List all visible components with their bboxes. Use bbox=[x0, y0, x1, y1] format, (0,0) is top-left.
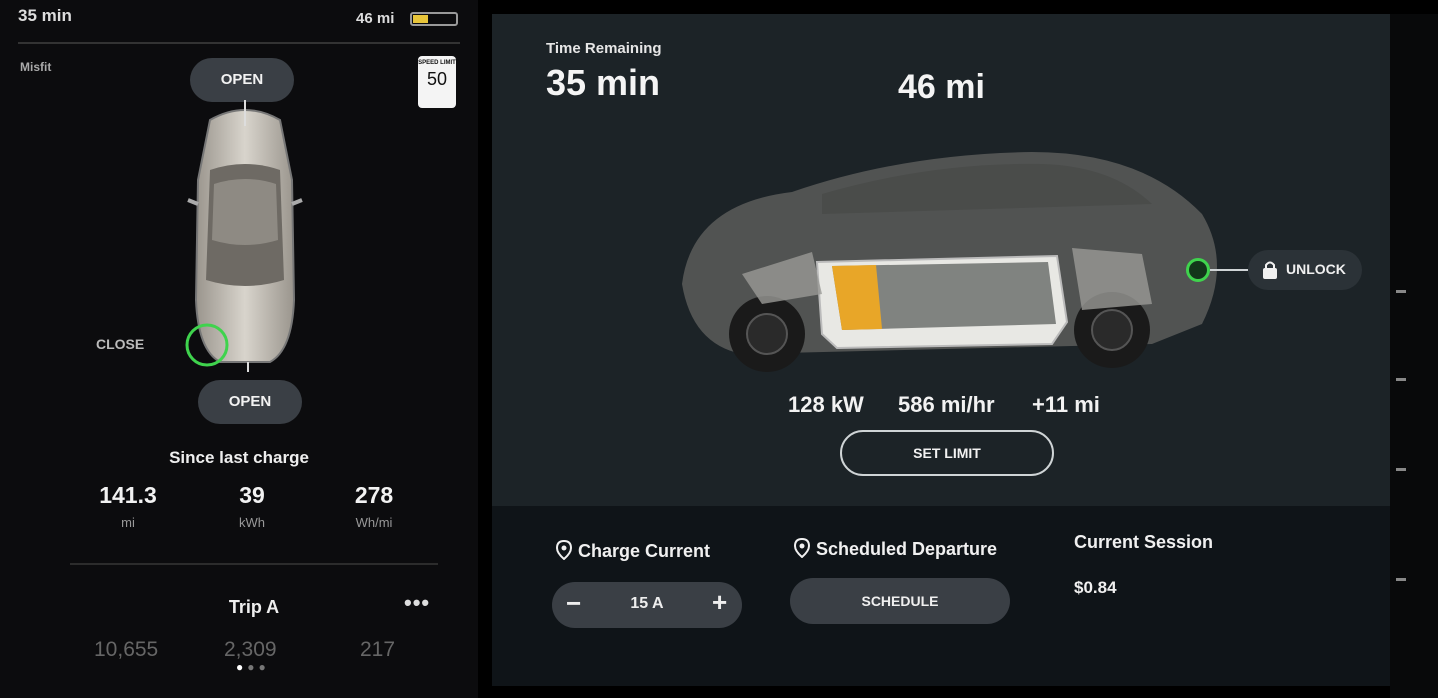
divider bbox=[18, 42, 460, 44]
stat-value: 278 bbox=[354, 482, 394, 508]
charge-current-label: Charge Current bbox=[578, 541, 711, 561]
stat-unit: kWh bbox=[239, 515, 265, 530]
charge-power: 128 kW bbox=[788, 392, 864, 417]
right-edge bbox=[1390, 14, 1438, 698]
charge-port-indicator-icon[interactable] bbox=[182, 320, 232, 370]
unlock-label: UNLOCK bbox=[1286, 261, 1346, 277]
set-limit-button[interactable]: SET LIMIT bbox=[840, 430, 1054, 476]
trip-value: 217 bbox=[360, 638, 396, 661]
charge-port-icon[interactable] bbox=[1186, 258, 1210, 282]
battery-icon bbox=[410, 12, 458, 26]
charging-panel: Time Remaining 35 min 46 mi UNLOCK 128 k… bbox=[492, 14, 1390, 506]
charge-current-stepper[interactable]: − 15 A + bbox=[552, 582, 742, 628]
trip-value: 10,655 bbox=[94, 638, 159, 661]
lock-icon bbox=[1263, 261, 1277, 279]
scheduled-departure-label: Scheduled Departure bbox=[816, 539, 998, 559]
edge-marker bbox=[1396, 290, 1406, 293]
charge-current-title: Charge Current bbox=[555, 539, 711, 562]
trip-value: 2,309 bbox=[224, 638, 277, 661]
speed-limit-caption: SPEED LIMIT bbox=[418, 60, 456, 66]
status-range: 46 mi bbox=[356, 10, 395, 27]
stat-value: 141.3 bbox=[99, 482, 157, 508]
location-pin-icon bbox=[793, 537, 811, 559]
current-session-cost: $0.84 bbox=[1074, 578, 1117, 597]
page-dot-active[interactable]: ● bbox=[236, 660, 247, 674]
speed-limit-sign: SPEED LIMIT 50 bbox=[418, 56, 456, 108]
charge-port-close-button[interactable]: CLOSE bbox=[96, 336, 144, 352]
current-session-title: Current Session bbox=[1074, 532, 1214, 552]
status-strip: 35 min 46 mi bbox=[0, 0, 478, 44]
unlock-charge-cable-button[interactable]: UNLOCK bbox=[1248, 250, 1362, 290]
frunk-open-button[interactable]: OPEN bbox=[190, 58, 294, 102]
page-dot[interactable]: ● bbox=[259, 660, 270, 674]
charge-controls-panel: Charge Current − 15 A + Scheduled Depart… bbox=[492, 506, 1390, 686]
speed-limit-value: 50 bbox=[426, 69, 448, 89]
more-options-button[interactable]: ••• bbox=[404, 590, 430, 616]
increase-current-button[interactable]: + bbox=[712, 587, 727, 618]
status-time-remaining: 35 min bbox=[18, 6, 72, 25]
stat-efficiency: 278 Wh/mi bbox=[324, 482, 424, 530]
charge-rate: 586 mi/hr bbox=[898, 392, 995, 417]
stat-energy: 39 kWh bbox=[202, 482, 302, 530]
since-last-charge-title: Since last charge bbox=[169, 448, 309, 467]
trip-title: Trip A bbox=[228, 597, 280, 617]
schedule-button[interactable]: SCHEDULE bbox=[790, 578, 1010, 624]
car-side-view bbox=[682, 152, 1217, 372]
battery-level-fill bbox=[413, 15, 428, 23]
callout-line bbox=[1210, 269, 1248, 271]
stat-distance: 141.3 mi bbox=[78, 482, 178, 530]
page-indicator[interactable]: ●●● bbox=[236, 660, 270, 674]
divider bbox=[70, 563, 438, 565]
time-remaining-label: Time Remaining bbox=[546, 40, 662, 57]
range-value: 46 mi bbox=[898, 68, 985, 106]
battery-pack-icon bbox=[815, 254, 1069, 350]
scheduled-departure-title: Scheduled Departure bbox=[793, 537, 998, 560]
time-remaining-value: 35 min bbox=[546, 62, 661, 103]
stat-unit: mi bbox=[121, 515, 135, 530]
stat-value: 39 bbox=[239, 482, 265, 508]
trunk-open-button[interactable]: OPEN bbox=[198, 380, 302, 424]
edge-marker bbox=[1396, 378, 1406, 381]
edge-marker bbox=[1396, 468, 1406, 471]
left-panel: 35 min 46 mi Misfit SPEED LIMIT 50 OPEN … bbox=[0, 0, 478, 698]
edge-marker bbox=[1396, 578, 1406, 581]
page-dot[interactable]: ● bbox=[247, 660, 258, 674]
location-pin-icon bbox=[555, 539, 573, 561]
range-added: +11 mi bbox=[1032, 392, 1100, 417]
stat-unit: Wh/mi bbox=[355, 515, 393, 530]
driver-profile[interactable]: Misfit bbox=[20, 60, 51, 74]
